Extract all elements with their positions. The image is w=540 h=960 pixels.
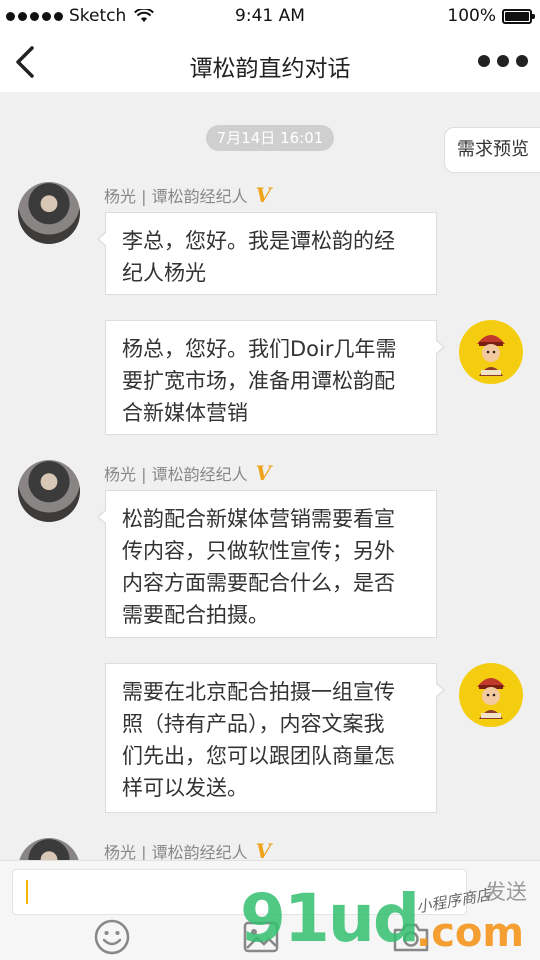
message-line: 们先出，您可以跟团队商量怎 (122, 744, 395, 768)
battery-group: 100% (447, 6, 535, 26)
status-bar: Sketch 9:41 AM 100% (0, 0, 540, 34)
camera-icon[interactable] (392, 921, 430, 953)
emoji-icon[interactable] (94, 919, 130, 955)
agent-avatar[interactable] (18, 460, 80, 522)
user-avatar-image (477, 678, 505, 719)
chat-timestamp: 7月14日 16:01 (206, 125, 334, 151)
message-input[interactable] (12, 869, 467, 915)
demand-preview-button[interactable]: 需求预览 (444, 127, 540, 173)
page-title: 谭松韵直约对话 (189, 56, 351, 82)
more-options-icon[interactable] (478, 55, 528, 67)
sender-label: 杨光 | 谭松韵经纪人 V (104, 183, 271, 207)
message-line: 杨总，您好。我们Doir几年需 (122, 337, 397, 361)
message-line: 需要配合拍摄。 (122, 603, 269, 627)
user-avatar-image (477, 335, 505, 376)
message-line: 内容方面需要配合什么，是否 (122, 571, 395, 595)
message-bubble: 杨总，您好。我们Doir几年需 要扩宽市场，准备用谭松韵配 合新媒体营销 (105, 320, 445, 435)
verified-badge-icon: V (255, 461, 272, 485)
input-bar: 发送 (0, 860, 540, 960)
message-line: 传内容，只做软性宣传；另外 (122, 539, 395, 563)
message-line: 样可以发送。 (122, 776, 248, 800)
battery-percent: 100% (447, 6, 496, 26)
agent-avatar[interactable] (18, 182, 80, 244)
nav-bar: 谭松韵直约对话 (0, 34, 540, 92)
message-bubble: 需要在北京配合拍摄一组宣传 照（持有产品），内容文案我 们先出，您可以跟团队商量… (105, 663, 445, 813)
image-icon[interactable] (243, 921, 279, 953)
message-line: 要扩宽市场，准备用谭松韵配 (122, 369, 395, 393)
user-avatar[interactable] (459, 320, 523, 384)
text-cursor (26, 880, 28, 904)
battery-icon (502, 8, 535, 24)
sender-name: 杨光 | 谭松韵经纪人 (104, 187, 248, 206)
message-line: 照（持有产品），内容文案我 (122, 712, 385, 736)
send-button[interactable]: 发送 (478, 875, 534, 909)
verified-badge-icon: V (255, 183, 272, 207)
sender-label: 杨光 | 谭松韵经纪人 V (104, 461, 271, 485)
message-line: 李总，您好。我是谭松韵的经 (122, 229, 395, 253)
message-line: 纪人杨光 (122, 261, 206, 285)
message-line: 松韵配合新媒体营销需要看宣 (122, 507, 395, 531)
sender-name: 杨光 | 谭松韵经纪人 (104, 465, 248, 484)
message-bubble: 李总，您好。我是谭松韵的经 纪人杨光 (97, 212, 437, 295)
message-bubble: 松韵配合新媒体营销需要看宣 传内容，只做软性宣传；另外 内容方面需要配合什么，是… (97, 490, 437, 638)
message-line: 合新媒体营销 (122, 401, 248, 425)
user-avatar[interactable] (459, 663, 523, 727)
message-line: 需要在北京配合拍摄一组宣传 (122, 680, 395, 704)
